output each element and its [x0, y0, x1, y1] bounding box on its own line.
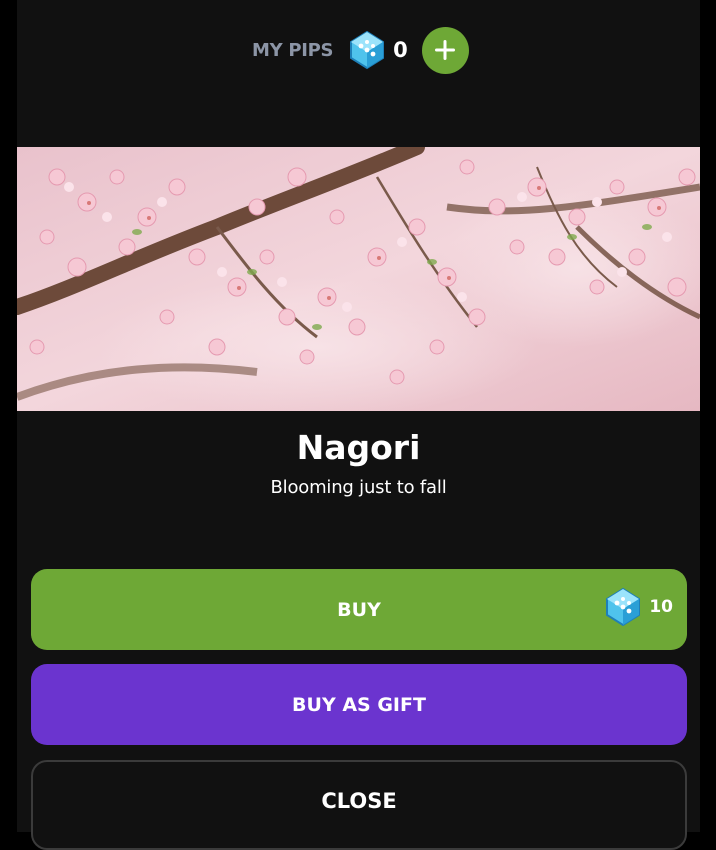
close-label: CLOSE: [321, 789, 397, 813]
item-preview-image: [17, 147, 700, 411]
buy-as-gift-button[interactable]: BUY AS GIFT: [31, 664, 687, 745]
purchase-dialog: MY PIPS 0 Nagori Blooming just to fall B…: [17, 0, 700, 850]
price-tag: 10: [605, 587, 673, 627]
buy-price: 10: [649, 597, 673, 617]
item-title: Nagori: [296, 428, 421, 467]
gem-icon: [605, 587, 641, 627]
pips-balance: MY PIPS 0: [252, 26, 469, 74]
gem-icon: [349, 30, 385, 70]
pips-label: MY PIPS: [252, 39, 334, 61]
pips-count: 0: [393, 38, 408, 62]
close-button[interactable]: CLOSE: [31, 760, 687, 850]
buy-as-gift-label: BUY AS GIFT: [292, 693, 426, 716]
buy-label: BUY: [337, 598, 381, 621]
add-pips-button[interactable]: [421, 26, 469, 74]
item-subtitle: Blooming just to fall: [270, 477, 447, 498]
plus-icon: [435, 40, 456, 60]
buy-button[interactable]: BUY 10: [31, 569, 687, 650]
